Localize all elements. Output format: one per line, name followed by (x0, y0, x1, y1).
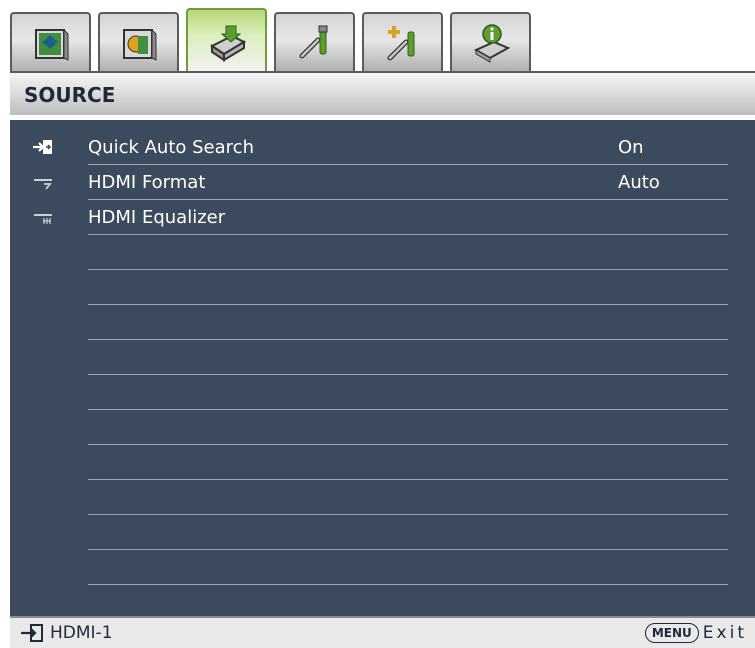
menu-title-bar: SOURCE (10, 71, 755, 115)
input-arrow-icon (33, 140, 52, 154)
empty-menu-row (88, 270, 728, 305)
empty-menu-row (88, 445, 728, 480)
menu-key-icon: MENU (644, 623, 699, 643)
menu-item-hdmi-format[interactable]: HDMI Format Auto (34, 165, 728, 200)
exit-label: Exit (702, 623, 747, 643)
osd-menu-panel: SOURCE Quick Auto Search On HDMI Format … (10, 71, 755, 648)
menu-title: SOURCE (24, 83, 116, 107)
tab-source[interactable] (186, 8, 267, 71)
tab-display[interactable] (10, 12, 91, 71)
menu-item-value: On (618, 137, 644, 158)
menu-item-value: Auto (618, 172, 660, 193)
information-icon (473, 23, 510, 63)
hdmi-equalizer-icon (34, 214, 52, 224)
tab-system-basic[interactable] (274, 12, 355, 71)
hdmi-format-icon (34, 179, 52, 190)
empty-menu-row (88, 480, 728, 515)
menu-item-label: HDMI Equalizer (88, 207, 226, 228)
empty-menu-row (88, 305, 728, 340)
tab-picture[interactable] (98, 12, 179, 71)
menu-list: Quick Auto Search On HDMI Format Auto HD… (10, 120, 755, 616)
system-setup-advanced-icon (387, 25, 414, 60)
menu-item-quick-auto-search[interactable]: Quick Auto Search On (33, 130, 728, 165)
current-source-label: HDMI-1 (50, 623, 113, 643)
menu-item-label: Quick Auto Search (88, 137, 254, 158)
exit-hint[interactable]: MENU Exit (644, 622, 747, 644)
status-bar: HDMI-1 MENU Exit (10, 616, 755, 648)
menu-item-hdmi-equalizer[interactable]: HDMI Equalizer (34, 200, 728, 235)
empty-menu-row (88, 235, 728, 270)
empty-menu-row (88, 515, 728, 550)
display-settings-icon (34, 28, 68, 61)
empty-menu-row (88, 550, 728, 585)
tab-information[interactable] (450, 12, 531, 71)
menu-item-label: HDMI Format (88, 172, 206, 193)
empty-menu-row (88, 340, 728, 375)
input-source-icon (21, 624, 43, 642)
empty-menu-row (88, 410, 728, 445)
empty-menu-row (88, 375, 728, 410)
tab-system-advanced[interactable] (362, 12, 443, 71)
source-projector-icon (209, 25, 246, 62)
system-setup-basic-icon (299, 25, 327, 58)
current-source: HDMI-1 (20, 622, 113, 644)
picture-settings-icon (122, 28, 156, 61)
